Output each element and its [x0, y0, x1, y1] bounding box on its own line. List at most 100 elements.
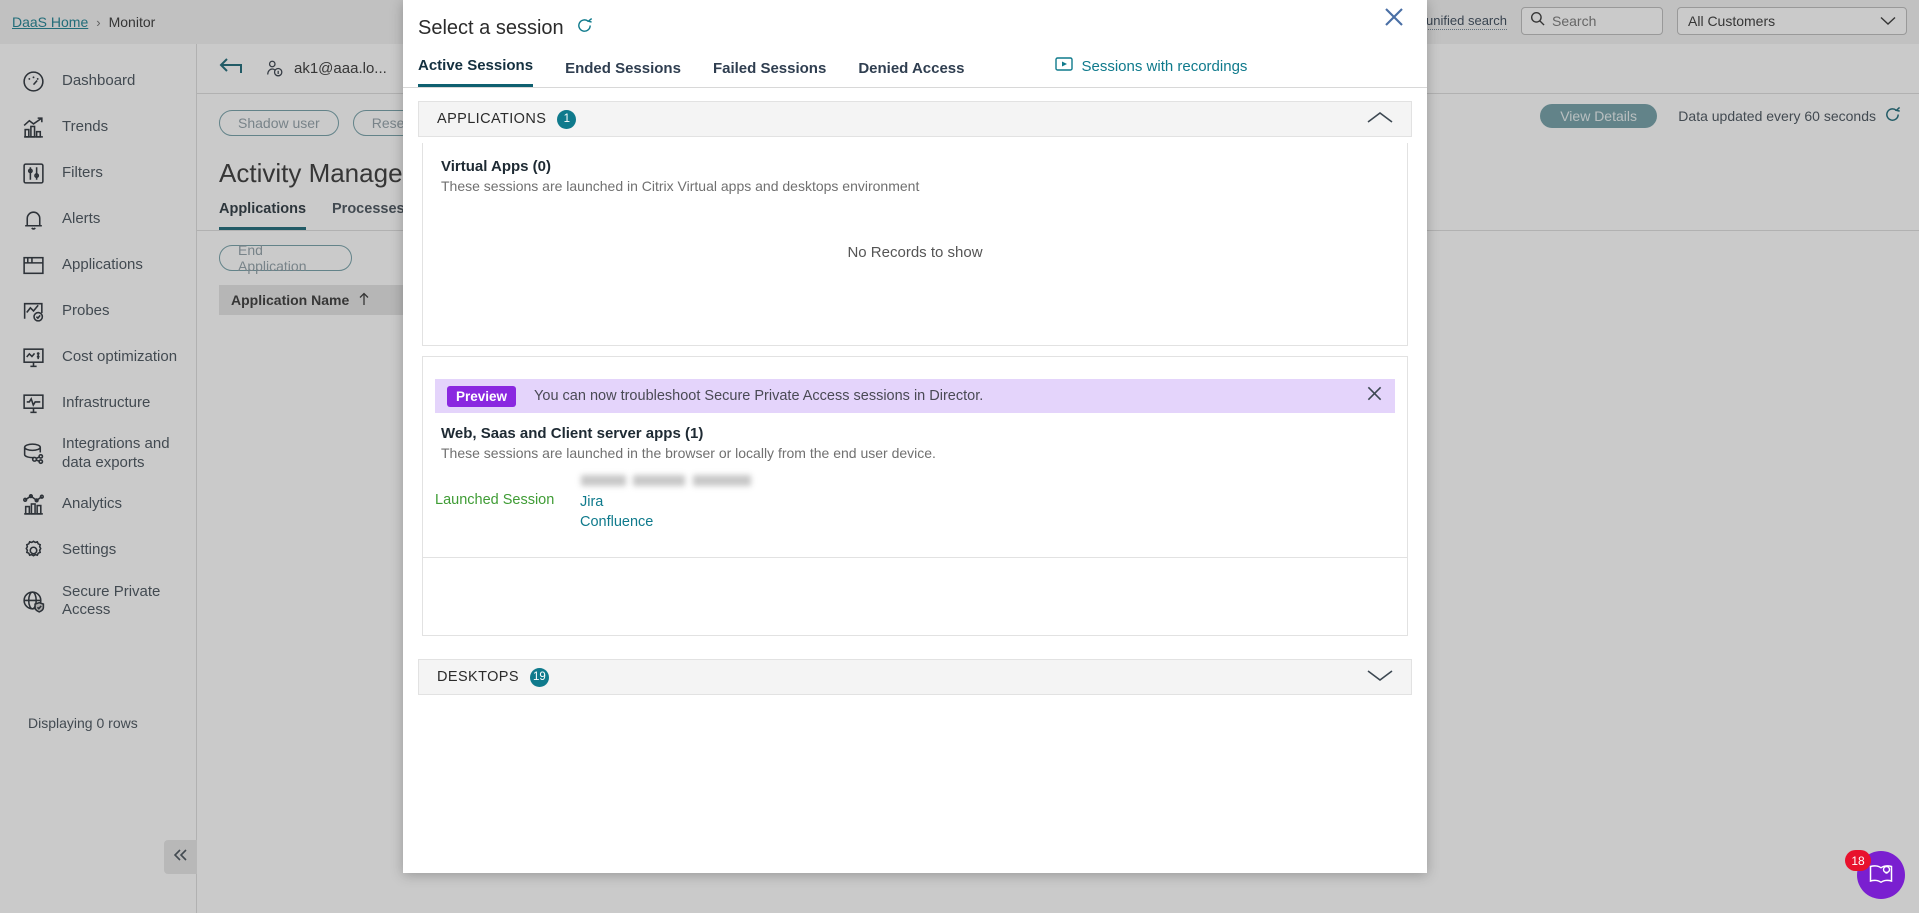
- applications-accordion-header[interactable]: APPLICATIONS 1: [418, 101, 1412, 137]
- virtual-apps-panel: Virtual Apps (0) These sessions are laun…: [422, 143, 1408, 346]
- sidebar: Dashboard Trends Filters Alerts Applicat: [0, 44, 197, 913]
- virtual-apps-title: Virtual Apps (0): [441, 158, 552, 175]
- preview-banner: Preview You can now troubleshoot Secure …: [435, 379, 1395, 413]
- refresh-icon[interactable]: [576, 17, 593, 39]
- launched-session-label: Launched Session: [435, 492, 555, 508]
- globe-shield-icon: [20, 588, 46, 614]
- window-icon: [20, 252, 46, 278]
- sidebar-collapse-button[interactable]: [164, 840, 198, 874]
- sidebar-item-label: Secure Private Access: [62, 582, 161, 619]
- sidebar-item-infrastructure[interactable]: Infrastructure: [0, 380, 196, 426]
- select-session-modal: Select a session Active Sessions Ended S…: [403, 0, 1427, 873]
- chat-unread-badge: 18: [1845, 850, 1871, 871]
- customer-select[interactable]: All Customers: [1677, 7, 1907, 35]
- modal-title-row: Select a session: [403, 0, 1427, 44]
- sidebar-item-applications[interactable]: Applications: [0, 242, 196, 288]
- user-chip[interactable]: ak1@aaa.lo...: [265, 59, 387, 79]
- back-arrow-icon[interactable]: [219, 57, 245, 81]
- modal-close-button[interactable]: [1383, 6, 1405, 33]
- chevron-down-icon[interactable]: [1367, 669, 1393, 686]
- preview-tag: Preview: [447, 385, 517, 407]
- sidebar-item-label: Dashboard: [62, 71, 136, 89]
- monitor-pulse-icon: [20, 390, 46, 416]
- sidebar-item-label: Filters: [62, 163, 103, 181]
- tab-failed-sessions[interactable]: Failed Sessions: [713, 60, 852, 87]
- double-chevron-left-icon: [172, 848, 190, 867]
- analytics-bar-icon: [20, 492, 46, 518]
- sidebar-item-label: Settings: [62, 541, 117, 559]
- sidebar-item-dashboard[interactable]: Dashboard: [0, 58, 196, 104]
- top-bar-right: Try unified search Search All Customers: [1377, 7, 1907, 35]
- sidebar-item-label: Cost optimization: [62, 347, 178, 365]
- recording-icon: [1054, 56, 1073, 77]
- desktops-section-title: DESKTOPS: [437, 669, 519, 685]
- applications-count-badge: 1: [557, 109, 577, 129]
- bell-icon: [20, 206, 46, 232]
- sidebar-item-integrations-and-data-exports[interactable]: Integrations and data exports: [0, 426, 196, 482]
- sidebar-item-filters[interactable]: Filters: [0, 150, 196, 196]
- user-name: ak1@aaa.lo...: [294, 60, 387, 77]
- sessions-with-recordings-link[interactable]: Sessions with recordings: [1054, 56, 1248, 87]
- sidebar-item-cost-optimization[interactable]: Cost optimization: [0, 334, 196, 380]
- sidebar-item-alerts[interactable]: Alerts: [0, 196, 196, 242]
- book-idea-icon: [1867, 860, 1895, 891]
- database-share-icon: [20, 441, 46, 467]
- launched-app-link[interactable]: Jira: [580, 492, 653, 512]
- data-updated-label: Data updated every 60 seconds: [1678, 108, 1876, 124]
- desktops-count-badge: 19: [529, 667, 549, 687]
- sessions-with-recordings-label: Sessions with recordings: [1081, 58, 1248, 75]
- sidebar-item-label: Trends: [62, 117, 109, 135]
- chevron-down-icon: [1880, 13, 1896, 29]
- search-input[interactable]: Search: [1521, 7, 1663, 35]
- modal-body: APPLICATIONS 1 Virtual Apps (0) These se…: [403, 88, 1427, 695]
- session-row: Launched Session Jira Confluence: [423, 486, 1407, 532]
- sidebar-item-label: Infrastructure: [62, 393, 151, 411]
- displaying-rows-note: Displaying 0 rows: [28, 715, 138, 731]
- sliders-icon: [20, 160, 46, 186]
- web-saas-title: Web, Saas and Client server apps (1): [441, 425, 704, 442]
- sidebar-item-label: Probes: [62, 301, 110, 319]
- breadcrumb-daas-home[interactable]: DaaS Home: [12, 14, 88, 30]
- sidebar-item-label: Alerts: [62, 209, 101, 227]
- launched-app-link[interactable]: Confluence: [580, 512, 653, 532]
- virtual-apps-empty-message: No Records to show: [847, 244, 983, 261]
- probe-check-icon: [20, 298, 46, 324]
- trend-chart-icon: [20, 114, 46, 140]
- sidebar-item-probes[interactable]: Probes: [0, 288, 196, 334]
- sidebar-item-trends[interactable]: Trends: [0, 104, 196, 150]
- modal-title: Select a session: [418, 16, 564, 39]
- monitor-dollar-icon: [20, 344, 46, 370]
- sidebar-item-settings[interactable]: Settings: [0, 528, 196, 574]
- view-details-button[interactable]: View Details: [1540, 104, 1657, 128]
- end-application-button[interactable]: End Application: [219, 242, 352, 274]
- breadcrumb-separator: ›: [96, 14, 101, 30]
- applications-section-title: APPLICATIONS: [437, 111, 547, 127]
- tab-applications[interactable]: Applications: [219, 201, 307, 230]
- shadow-user-button[interactable]: Shadow user: [219, 110, 339, 136]
- tab-denied-access[interactable]: Denied Access: [858, 60, 990, 87]
- web-saas-subtitle: These sessions are launched in the brows…: [441, 445, 936, 461]
- modal-tabs: Active Sessions Ended Sessions Failed Se…: [403, 44, 1427, 88]
- data-updated-status: Data updated every 60 seconds: [1678, 106, 1901, 126]
- sidebar-item-secure-private-access[interactable]: Secure Private Access: [0, 574, 196, 630]
- virtual-apps-subtitle: These sessions are launched in Citrix Vi…: [441, 178, 920, 194]
- sort-asc-icon[interactable]: [358, 292, 370, 309]
- tab-ended-sessions[interactable]: Ended Sessions: [565, 60, 707, 87]
- web-saas-panel: Preview You can now troubleshoot Secure …: [422, 356, 1408, 636]
- user-info-icon: [265, 59, 285, 79]
- sidebar-item-label: Analytics: [62, 495, 123, 513]
- breadcrumb-current: Monitor: [108, 14, 156, 30]
- gear-icon: [20, 538, 46, 564]
- desktops-accordion-header[interactable]: DESKTOPS 19: [418, 659, 1412, 695]
- chevron-up-icon[interactable]: [1367, 111, 1393, 128]
- tab-processes[interactable]: Processes: [332, 201, 405, 230]
- sidebar-item-analytics[interactable]: Analytics: [0, 482, 196, 528]
- preview-message: You can now troubleshoot Secure Private …: [534, 388, 984, 404]
- column-application-name[interactable]: Application Name: [231, 292, 349, 308]
- sidebar-item-label: Integrations and data exports: [62, 435, 170, 471]
- search-icon: [1530, 11, 1545, 31]
- tab-active-sessions[interactable]: Active Sessions: [418, 57, 534, 87]
- refresh-icon[interactable]: [1884, 106, 1901, 126]
- launched-session-apps: Jira Confluence: [580, 492, 653, 532]
- preview-banner-close-button[interactable]: [1366, 385, 1383, 408]
